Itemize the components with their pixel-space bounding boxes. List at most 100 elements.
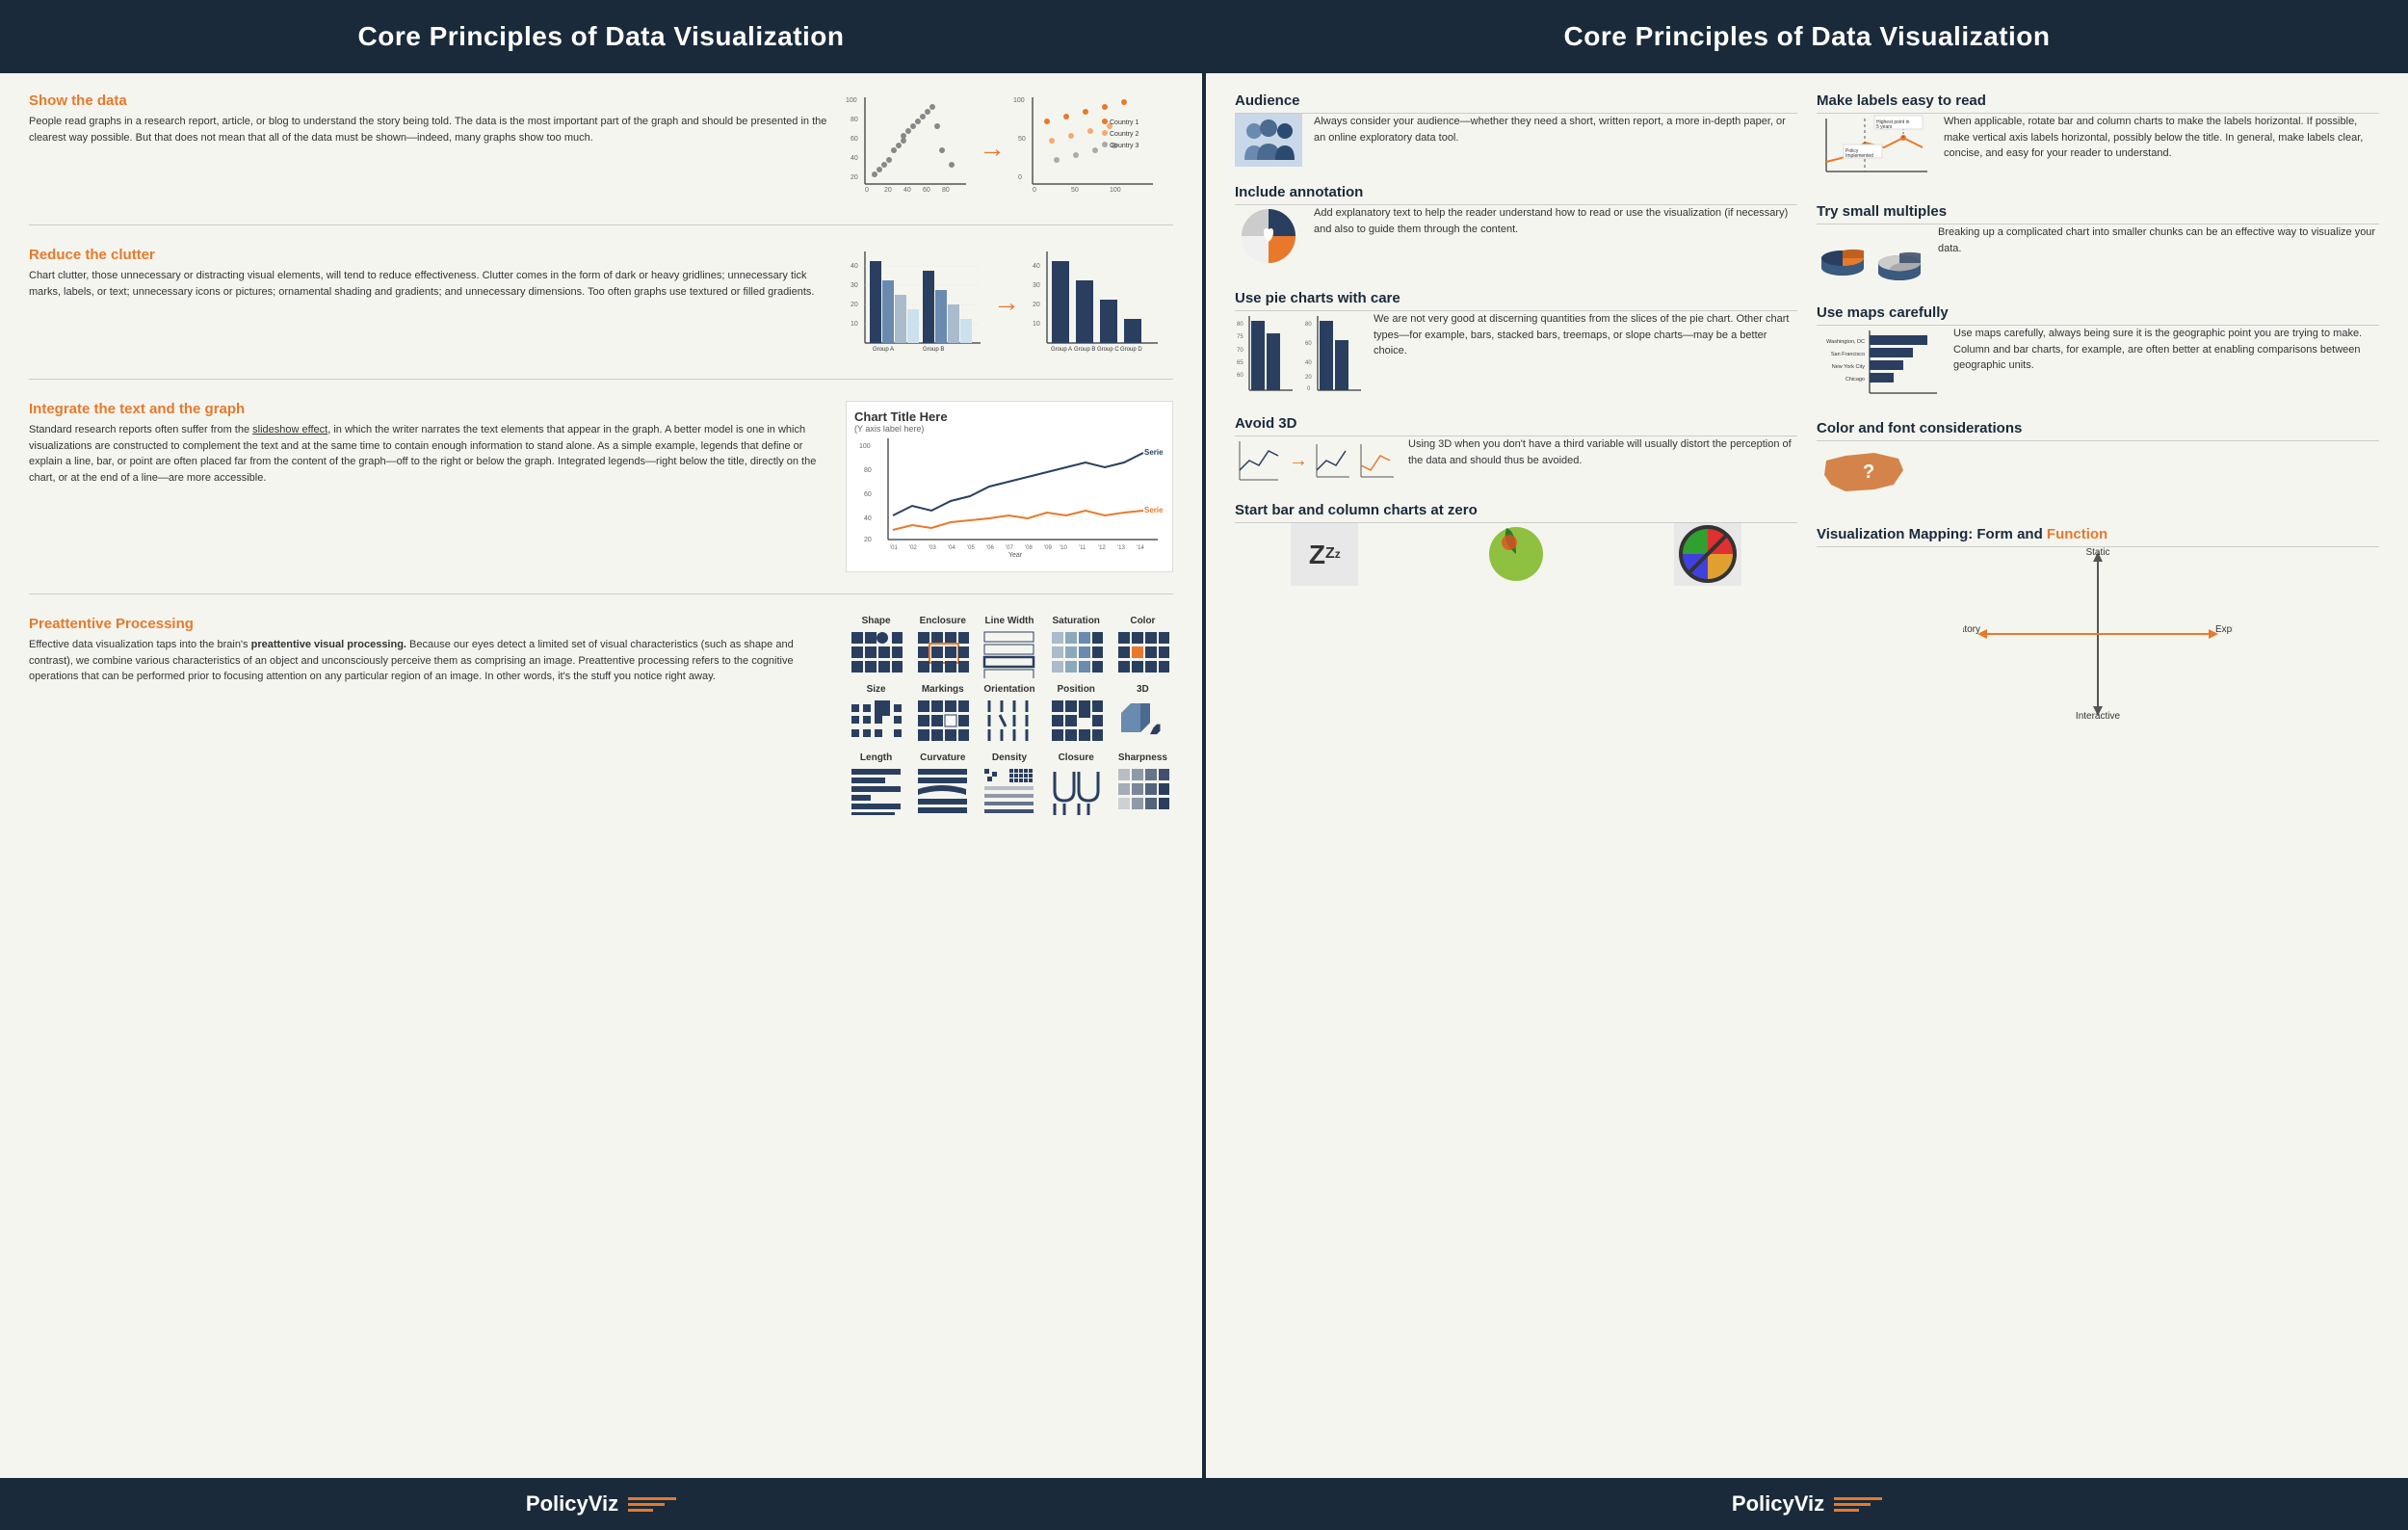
chart-title: Chart Title Here bbox=[854, 409, 1165, 424]
svg-text:50: 50 bbox=[1071, 187, 1079, 194]
integrate-text-visual: Chart Title Here (Y axis label here) 100… bbox=[846, 401, 1173, 572]
pie-charts-title: Include annotation bbox=[1235, 184, 1797, 205]
svg-text:0: 0 bbox=[1033, 187, 1036, 194]
svg-text:40: 40 bbox=[903, 187, 911, 194]
right-panel-footer: PolicyViz bbox=[1206, 1478, 2408, 1530]
svg-text:Explanatory: Explanatory bbox=[1963, 624, 1980, 635]
svg-text:40: 40 bbox=[1033, 263, 1040, 270]
svg-text:?: ? bbox=[1863, 462, 1874, 483]
start-at-zero-body: We are not very good at discerning quant… bbox=[1374, 311, 1797, 359]
start-at-zero-section: Use pie charts with care 80 75 70 65 bbox=[1235, 290, 1797, 398]
preattentive-body: Effective data visualization taps into t… bbox=[29, 637, 831, 685]
reduce-clutter-body: Chart clutter, those unnecessary or dist… bbox=[29, 268, 831, 300]
svg-text:80: 80 bbox=[1305, 322, 1312, 328]
svg-text:Chicago: Chicago bbox=[1845, 377, 1865, 382]
left-panel: Core Principles of Data Visualization Sh… bbox=[0, 0, 1202, 1530]
right-footer-brand: PolicyViz bbox=[1732, 1491, 1824, 1517]
svg-text:60: 60 bbox=[1237, 373, 1243, 379]
chart-subtitle: (Y axis label here) bbox=[854, 424, 1165, 434]
blindness-visual bbox=[1482, 523, 1550, 586]
svg-text:Interactive: Interactive bbox=[2076, 711, 2121, 721]
svg-text:Country 1: Country 1 bbox=[1110, 119, 1139, 126]
map-visual: ? bbox=[1817, 441, 1913, 509]
svg-text:60: 60 bbox=[864, 491, 872, 498]
svg-text:Washington, DC: Washington, DC bbox=[1826, 339, 1865, 345]
svg-text:Exploratory: Exploratory bbox=[2215, 624, 2233, 635]
preattentive-length: Length bbox=[846, 752, 906, 815]
svg-text:50: 50 bbox=[1018, 136, 1026, 143]
svg-text:20: 20 bbox=[1305, 375, 1312, 381]
svg-text:80: 80 bbox=[864, 467, 872, 474]
preattentive-shape: Shape bbox=[846, 616, 906, 678]
reduce-clutter-title: Reduce the clutter bbox=[29, 247, 831, 263]
preattentive-visual: Shape bbox=[846, 616, 1173, 815]
audience-body: Always consider your audience—whether th… bbox=[1314, 114, 1797, 145]
bar-chart-after: 40 30 20 10 Group A Group B Group C Grou… bbox=[1028, 247, 1163, 357]
scatter-arrow: → bbox=[979, 133, 1006, 164]
right-panel-header: Core Principles of Data Visualization bbox=[1206, 0, 2408, 73]
svg-text:'03: '03 bbox=[929, 545, 936, 551]
make-labels-body: Use maps carefully, always being sure it… bbox=[1953, 326, 2379, 374]
bar-chart-before: 40 30 20 10 Group A G bbox=[846, 247, 985, 357]
small-multiples-title: Avoid 3D bbox=[1235, 415, 1797, 436]
svg-text:80: 80 bbox=[942, 187, 950, 194]
svg-text:Implemented: Implemented bbox=[1845, 153, 1873, 159]
svg-text:Country 2: Country 2 bbox=[1110, 131, 1139, 138]
svg-text:Series 1: Series 1 bbox=[1144, 448, 1163, 457]
scatter-plot-before: 100 80 60 40 20 0 20 40 60 80 bbox=[846, 92, 971, 198]
avoid-3d-visual bbox=[1817, 224, 1926, 287]
preattentive-density: Density bbox=[979, 752, 1039, 815]
svg-text:Group B: Group B bbox=[1074, 347, 1095, 353]
svg-text:100: 100 bbox=[859, 443, 871, 450]
color-item-fonts: ZZ z bbox=[1235, 523, 1415, 592]
right-panel: Core Principles of Data Visualization Au… bbox=[1206, 0, 2408, 1530]
svg-text:75: 75 bbox=[1237, 334, 1243, 340]
svg-text:'10: '10 bbox=[1060, 545, 1067, 551]
annotation-visual: Highest point in 5 years Policy Implemen… bbox=[1817, 114, 1932, 186]
reduce-clutter-text: Reduce the clutter Chart clutter, those … bbox=[29, 247, 831, 300]
svg-text:0: 0 bbox=[1307, 386, 1311, 392]
svg-text:'06: '06 bbox=[986, 545, 994, 551]
svg-text:Static: Static bbox=[2085, 547, 2109, 558]
svg-text:5 years: 5 years bbox=[1876, 124, 1893, 130]
svg-text:'14: '14 bbox=[1137, 545, 1144, 551]
preattentive-text: Preattentive Processing Effective data v… bbox=[29, 616, 831, 685]
right-footer-lines bbox=[1834, 1497, 1882, 1512]
svg-text:100: 100 bbox=[846, 97, 857, 104]
svg-text:Series 2: Series 2 bbox=[1144, 506, 1163, 514]
fonts-visual: ZZ z bbox=[1291, 523, 1358, 586]
svg-text:100: 100 bbox=[1013, 97, 1025, 104]
preattentive-sharpness: Sharpness bbox=[1112, 752, 1173, 815]
svg-text:20: 20 bbox=[884, 187, 892, 194]
svg-text:'11: '11 bbox=[1079, 545, 1086, 551]
svg-text:'12: '12 bbox=[1098, 545, 1106, 551]
show-data-visual: 100 80 60 40 20 0 20 40 60 80 bbox=[846, 92, 1173, 203]
svg-text:10: 10 bbox=[851, 321, 858, 328]
small-multiples-body: Using 3D when you don't have a third var… bbox=[1408, 436, 1797, 468]
show-data-text: Show the data People read graphs in a re… bbox=[29, 92, 831, 145]
svg-text:0: 0 bbox=[1018, 174, 1022, 181]
annotation-body: When applicable, rotate bar and column c… bbox=[1944, 114, 2379, 162]
preattentive-color: Color bbox=[1112, 616, 1173, 678]
small-multiples-visual: → bbox=[1235, 436, 1397, 485]
svg-text:40: 40 bbox=[851, 263, 858, 270]
left-panel-content: Show the data People read graphs in a re… bbox=[0, 73, 1202, 1478]
preattentive-section: Preattentive Processing Effective data v… bbox=[29, 616, 1173, 815]
visualization-mapping-section: Visualization Mapping: Form and Function bbox=[1817, 526, 2379, 721]
svg-text:'08: '08 bbox=[1025, 545, 1033, 551]
annotation-title: Make labels easy to read bbox=[1817, 92, 2379, 114]
integrate-text-section: Integrate the text and the graph Standar… bbox=[29, 401, 1173, 572]
color-font-section: Start bar and column charts at zero ZZ z bbox=[1235, 502, 1797, 592]
svg-text:20: 20 bbox=[864, 537, 872, 543]
left-footer-brand: PolicyViz bbox=[526, 1491, 618, 1517]
use-maps-title: Color and font considerations bbox=[1817, 420, 2379, 441]
right-panel-content: Audience Always consider you bbox=[1206, 73, 2408, 1478]
svg-text:60: 60 bbox=[923, 187, 930, 194]
preattentive-size: Size bbox=[846, 684, 906, 747]
svg-text:Group D: Group D bbox=[1120, 347, 1142, 353]
use-maps-section: Color and font considerations ? bbox=[1817, 420, 2379, 509]
bar-arrow: → bbox=[993, 287, 1020, 318]
left-panel-header: Core Principles of Data Visualization bbox=[0, 0, 1202, 73]
pie-charts-body: Add explanatory text to help the reader … bbox=[1314, 205, 1797, 237]
svg-text:20: 20 bbox=[851, 302, 858, 308]
